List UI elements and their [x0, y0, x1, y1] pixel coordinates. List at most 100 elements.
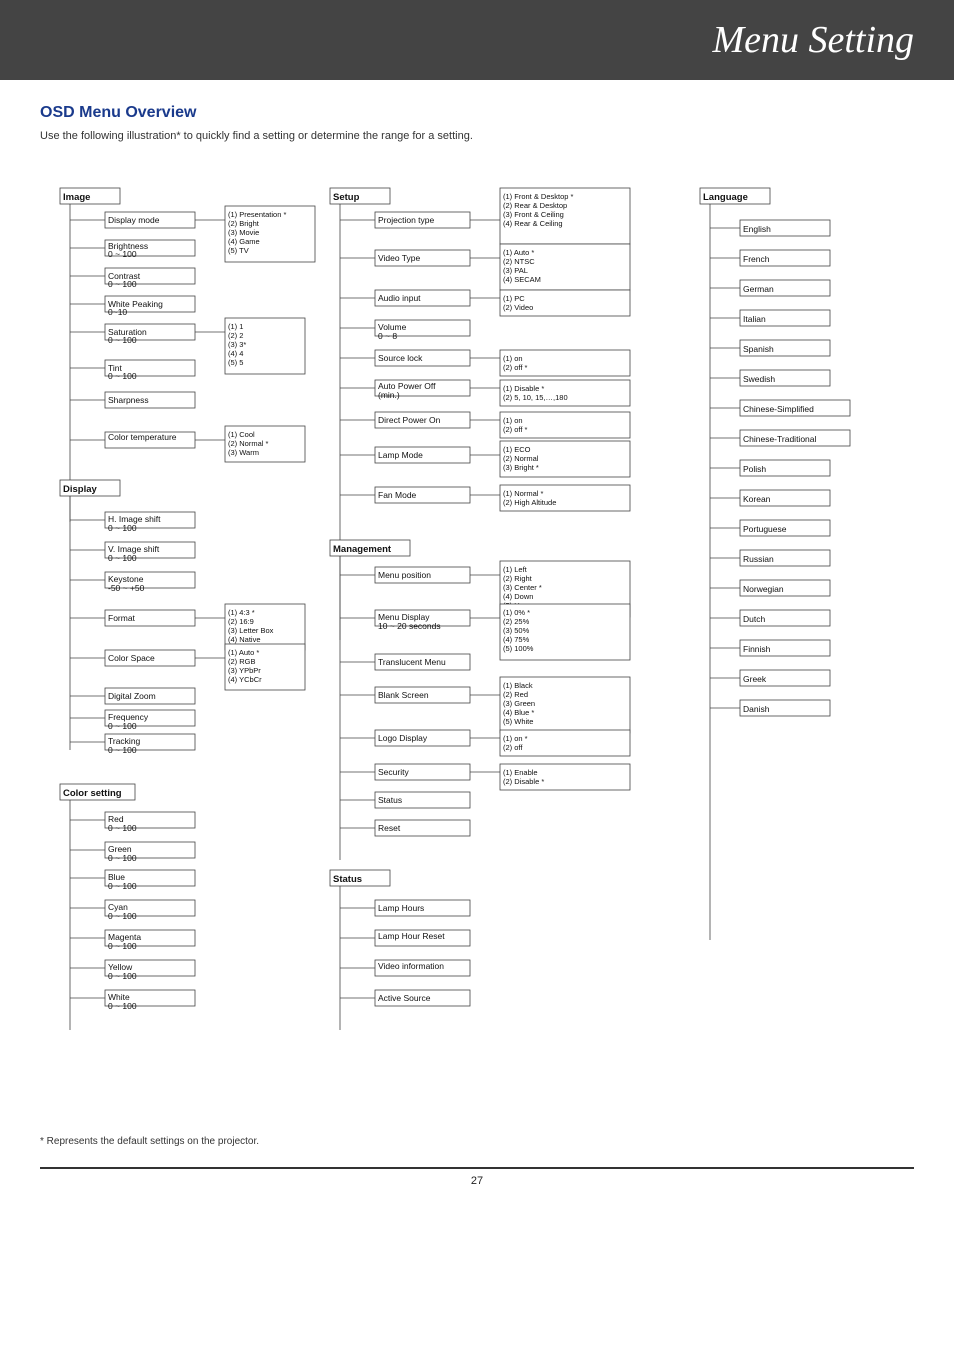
- svg-text:(1) 1: (1) 1: [228, 322, 243, 331]
- svg-text:(1) Disable *: (1) Disable *: [503, 384, 544, 393]
- svg-text:0 ~ 100: 0 ~ 100: [108, 371, 137, 381]
- svg-text:Swedish: Swedish: [743, 374, 775, 384]
- svg-text:0 ~ 100: 0 ~ 100: [108, 941, 137, 951]
- svg-text:Video Type: Video Type: [378, 253, 420, 263]
- svg-text:Format: Format: [108, 613, 136, 623]
- svg-text:(2) Disable *: (2) Disable *: [503, 777, 544, 786]
- svg-text:0 ~ 100: 0 ~ 100: [108, 1001, 137, 1011]
- header-title: Menu Setting: [712, 18, 914, 62]
- svg-text:Italian: Italian: [743, 314, 766, 324]
- svg-text:Security: Security: [378, 767, 409, 777]
- svg-text:Lamp Hour Reset: Lamp Hour Reset: [378, 931, 445, 941]
- svg-text:(3) 3*: (3) 3*: [228, 340, 246, 349]
- svg-text:0 ~ 100: 0 ~ 100: [108, 971, 137, 981]
- svg-text:(3) Letter Box: (3) Letter Box: [228, 626, 274, 635]
- svg-text:0 ~ 100: 0 ~ 100: [108, 279, 137, 289]
- section-title: OSD Menu Overview: [40, 104, 914, 122]
- svg-text:(4) Native: (4) Native: [228, 635, 261, 644]
- svg-text:0 ~ 100: 0 ~ 100: [108, 881, 137, 891]
- svg-text:French: French: [743, 254, 770, 264]
- svg-text:(2) Rear & Desktop: (2) Rear & Desktop: [503, 201, 567, 210]
- svg-text:Display mode: Display mode: [108, 215, 160, 225]
- svg-text:(1) Cool: (1) Cool: [228, 430, 255, 439]
- svg-text:Active Source: Active Source: [378, 993, 431, 1003]
- svg-text:Portuguese: Portuguese: [743, 524, 787, 534]
- svg-text:(2) High Altitude: (2) High Altitude: [503, 498, 556, 507]
- svg-text:English: English: [743, 224, 771, 234]
- svg-text:(5) 100%: (5) 100%: [503, 644, 534, 653]
- svg-text:0 ~ 100: 0 ~ 100: [108, 745, 137, 755]
- svg-text:Language: Language: [703, 192, 748, 203]
- svg-text:Spanish: Spanish: [743, 344, 774, 354]
- svg-text:-50 ~ +50: -50 ~ +50: [108, 583, 145, 593]
- svg-text:(3) Green: (3) Green: [503, 699, 535, 708]
- svg-text:Projection type: Projection type: [378, 215, 434, 225]
- svg-text:(1) PC: (1) PC: [503, 294, 525, 303]
- svg-text:(2) NTSC: (2) NTSC: [503, 257, 535, 266]
- svg-text:Digital Zoom: Digital Zoom: [108, 691, 156, 701]
- svg-text:(4) Game: (4) Game: [228, 237, 260, 246]
- svg-text:(1) on: (1) on: [503, 354, 523, 363]
- svg-text:(2) Red: (2) Red: [503, 690, 528, 699]
- svg-text:0 ~ 8: 0 ~ 8: [378, 331, 397, 341]
- svg-text:(1) Presentation *: (1) Presentation *: [228, 210, 286, 219]
- svg-text:0~10: 0~10: [108, 307, 127, 317]
- svg-text:(4) 75%: (4) 75%: [503, 635, 530, 644]
- svg-text:Setup: Setup: [333, 192, 360, 203]
- svg-text:(3) 50%: (3) 50%: [503, 626, 530, 635]
- svg-text:0 ~ 100: 0 ~ 100: [108, 335, 137, 345]
- svg-text:Reset: Reset: [378, 823, 401, 833]
- svg-text:Chinese-Traditional: Chinese-Traditional: [743, 434, 816, 444]
- svg-text:(4) YCbCr: (4) YCbCr: [228, 675, 262, 684]
- svg-text:Audio input: Audio input: [378, 293, 421, 303]
- svg-text:(2) Normal: (2) Normal: [503, 454, 539, 463]
- subtitle: Use the following illustration* to quick…: [40, 130, 914, 142]
- svg-text:(1) on *: (1) on *: [503, 734, 528, 743]
- svg-text:Menu position: Menu position: [378, 570, 431, 580]
- svg-text:Lamp Mode: Lamp Mode: [378, 450, 423, 460]
- svg-text:Lamp Hours: Lamp Hours: [378, 903, 424, 913]
- svg-text:(2) 25%: (2) 25%: [503, 617, 530, 626]
- svg-text:(1) ECO: (1) ECO: [503, 445, 531, 454]
- svg-text:(4) Down: (4) Down: [503, 592, 533, 601]
- svg-text:0 ~ 100: 0 ~ 100: [108, 553, 137, 563]
- svg-text:(3) Bright *: (3) Bright *: [503, 463, 539, 472]
- svg-text:(1) Front & Desktop *: (1) Front & Desktop *: [503, 192, 574, 201]
- diagram-svg: .box-rect { fill: white; stroke: #444; s…: [40, 160, 920, 1120]
- svg-text:(3) Warm: (3) Warm: [228, 448, 259, 457]
- svg-text:Translucent Menu: Translucent Menu: [378, 657, 446, 667]
- svg-text:Color temperature: Color temperature: [108, 432, 177, 442]
- svg-text:(2) Video: (2) Video: [503, 303, 533, 312]
- svg-text:(2) Normal *: (2) Normal *: [228, 439, 269, 448]
- svg-text:(1) Auto *: (1) Auto *: [228, 648, 259, 657]
- svg-text:(4) 4: (4) 4: [228, 349, 243, 358]
- svg-text:Korean: Korean: [743, 494, 771, 504]
- svg-text:(5) TV: (5) TV: [228, 246, 249, 255]
- svg-text:Danish: Danish: [743, 704, 770, 714]
- svg-text:(3) Movie: (3) Movie: [228, 228, 259, 237]
- svg-text:Finnish: Finnish: [743, 644, 771, 654]
- svg-text:0 ~ 100: 0 ~ 100: [108, 523, 137, 533]
- svg-text:Color setting: Color setting: [63, 788, 122, 799]
- svg-text:(4) SECAM: (4) SECAM: [503, 275, 541, 284]
- svg-text:(1) 0% *: (1) 0% *: [503, 608, 530, 617]
- svg-text:(1) Normal *: (1) Normal *: [503, 489, 544, 498]
- svg-text:Color Space: Color Space: [108, 653, 155, 663]
- svg-text:(5) 5: (5) 5: [228, 358, 243, 367]
- svg-text:(2) 5, 10, 15,…,180: (2) 5, 10, 15,…,180: [503, 393, 568, 402]
- svg-text:(2) Right: (2) Right: [503, 574, 533, 583]
- svg-text:(4) Rear & Ceiling: (4) Rear & Ceiling: [503, 219, 563, 228]
- header: Menu Setting: [0, 0, 954, 80]
- svg-text:(1) 4:3 *: (1) 4:3 *: [228, 608, 255, 617]
- svg-text:Status: Status: [378, 795, 402, 805]
- svg-text:(2) off *: (2) off *: [503, 425, 528, 434]
- svg-text:(1) Auto *: (1) Auto *: [503, 248, 534, 257]
- svg-text:(3) PAL: (3) PAL: [503, 266, 528, 275]
- svg-text:(1) on: (1) on: [503, 416, 523, 425]
- svg-text:0 ~ 100: 0 ~ 100: [108, 249, 137, 259]
- svg-text:Blank Screen: Blank Screen: [378, 690, 429, 700]
- svg-text:German: German: [743, 284, 774, 294]
- svg-text:0 ~ 100: 0 ~ 100: [108, 911, 137, 921]
- svg-text:(2) Bright: (2) Bright: [228, 219, 260, 228]
- footnote: * Represents the default settings on the…: [40, 1136, 914, 1147]
